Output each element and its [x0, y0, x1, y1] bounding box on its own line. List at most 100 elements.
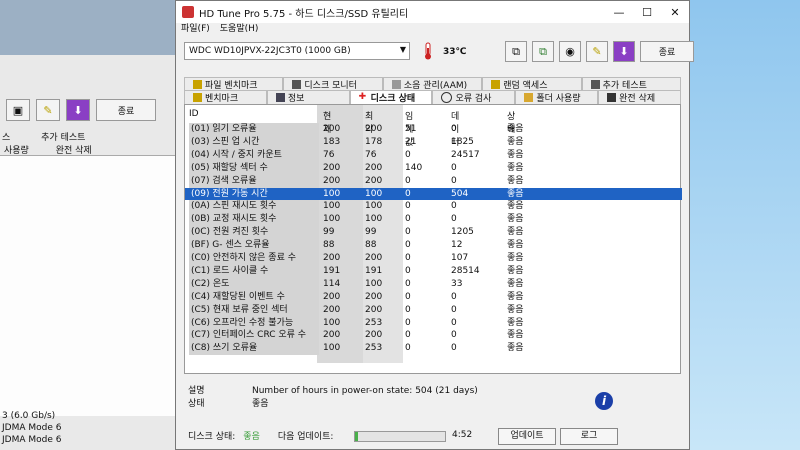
tab-info[interactable]: 정보 — [266, 90, 350, 104]
table-row[interactable]: (C8) 쓰기 오류율 100 253 0 0 좋음 — [185, 342, 682, 356]
tab-random-access[interactable]: 랜덤 액세스 — [482, 77, 582, 91]
smart-table: ID 현재 최악 임계값 데이터 상태 (01) 읽기 오류율 200 200 51 0… — [184, 104, 682, 374]
erase-icon — [607, 93, 617, 102]
update-button[interactable]: 업데이트 — [498, 428, 556, 445]
table-row[interactable]: (07) 검색 오류율 200 200 0 0 좋음 — [185, 174, 682, 188]
maximize-button[interactable]: ☐ — [633, 6, 661, 19]
table-row[interactable]: (C6) 오프라인 수정 불가능 100 253 0 0 좋음 — [185, 316, 682, 330]
table-row[interactable]: (C2) 온도 114 100 0 33 좋음 — [185, 277, 682, 291]
tab-file-benchmark[interactable]: 파일 벤치마크 — [184, 77, 284, 91]
download-icon[interactable]: ⬇ — [613, 41, 635, 62]
attr-worst: 100 — [365, 214, 383, 225]
exit-button[interactable]: 종료 — [640, 41, 694, 62]
table-row[interactable]: (C1) 로드 사이클 수 191 191 0 28514 좋음 — [185, 264, 682, 278]
table-row[interactable]: (01) 읽기 오류율 200 200 51 0 좋음 — [185, 123, 682, 136]
attr-name: (07) 검색 오류율 — [189, 174, 319, 188]
table-row[interactable]: (C5) 현재 보류 중인 섹터 200 200 0 0 좋음 — [185, 303, 682, 317]
attr-worst: 253 — [365, 317, 383, 328]
attr-worst: 99 — [365, 227, 377, 238]
tab-extra-tests[interactable]: 추가 테스트 — [581, 77, 682, 91]
attr-threshold: 0 — [405, 265, 411, 276]
desc-value: Number of hours in power-on state: 504 (… — [252, 386, 478, 396]
table-row[interactable]: (0A) 스핀 재시도 횟수 100 100 0 0 좋음 — [185, 200, 682, 214]
copy-icon[interactable]: ⧉ — [505, 41, 527, 62]
attr-current: 191 — [323, 265, 341, 276]
table-row[interactable]: (03) 스핀 업 시간 183 178 21 1825 좋음 — [185, 135, 682, 149]
table-row[interactable]: (C4) 재할당된 이벤트 수 200 200 0 0 좋음 — [185, 290, 682, 304]
attr-threshold: 0 — [405, 175, 411, 186]
attr-threshold: 140 — [405, 162, 423, 173]
tab-error-scan[interactable]: 오류 검사 — [432, 90, 516, 104]
table-row[interactable]: (C0) 안전하지 않은 종료 수 200 200 0 107 좋음 — [185, 252, 682, 265]
tab-folder-usage[interactable]: 폴더 사용량 — [515, 90, 599, 104]
tab-label: 오류 검사 — [455, 94, 492, 104]
table-row[interactable]: (09) 전원 가동 시간 100 100 0 504 좋음 — [185, 187, 682, 201]
attr-worst: 200 — [365, 124, 383, 134]
hdtune-window: HD Tune Pro 5.75 - 하드 디스크/SSD 유틸리티 — ☐ ✕… — [175, 0, 694, 450]
attr-name: (C4) 재할당된 이벤트 수 — [189, 290, 319, 304]
attr-threshold: 0 — [405, 291, 411, 302]
close-button[interactable]: ✕ — [661, 6, 689, 19]
attr-threshold: 0 — [405, 149, 411, 160]
attr-data: 0 — [451, 175, 457, 186]
attr-threshold: 0 — [405, 330, 411, 341]
tab-disk-monitor[interactable]: 디스크 모니터 — [283, 77, 383, 91]
tab-health[interactable]: ✚ 디스크 상태 — [349, 90, 433, 104]
tab-benchmark[interactable]: 벤치마크 — [184, 90, 267, 104]
drive-select[interactable]: WDC WD10JPVX-22JC3T0 (1000 GB) ▼ — [184, 42, 410, 60]
options-icon[interactable]: ✎ — [586, 41, 608, 62]
minimize-button[interactable]: — — [605, 6, 633, 19]
bg-screenshot-icon[interactable]: ▣ — [6, 99, 30, 121]
attr-worst: 200 — [365, 330, 383, 341]
bg-tab-extra[interactable]: 추가 테스트 — [41, 133, 85, 143]
bg-exit-button[interactable]: 종료 — [96, 99, 156, 121]
col-id[interactable]: ID — [189, 109, 199, 119]
table-row[interactable]: (0B) 교정 재시도 횟수 100 100 0 0 좋음 — [185, 213, 682, 227]
attr-data: 0 — [451, 291, 457, 302]
file-benchmark-icon — [193, 80, 202, 89]
attr-name: (03) 스핀 업 시간 — [189, 135, 319, 149]
desc-label: 설명 — [188, 386, 205, 396]
bg-download-icon[interactable]: ⬇ — [66, 99, 90, 121]
attr-data: 107 — [451, 253, 469, 263]
tab-row-2: 벤치마크 정보 ✚ 디스크 상태 오류 검사 폴더 사용량 완전 삭제 — [184, 90, 681, 104]
attr-status: 좋음 — [507, 149, 524, 160]
table-row[interactable]: (BF) G- 센스 오류율 88 88 0 12 좋음 — [185, 239, 682, 252]
camera-icon[interactable]: ◉ — [559, 41, 581, 62]
window-title: HD Tune Pro 5.75 - 하드 디스크/SSD 유틸리티 — [199, 8, 409, 20]
attr-worst: 253 — [365, 343, 383, 354]
attr-status: 좋음 — [507, 136, 524, 147]
attr-status: 좋음 — [507, 317, 524, 328]
attr-current: 200 — [323, 304, 341, 315]
attr-worst: 100 — [365, 188, 383, 199]
attr-status: 좋음 — [507, 162, 524, 173]
attr-worst: 200 — [365, 304, 383, 315]
table-row[interactable]: (05) 재할당 섹터 수 200 200 140 0 좋음 — [185, 161, 682, 175]
next-update-label: 다음 업데이트: — [277, 432, 334, 442]
tab-aam[interactable]: 소음 관리(AAM) — [382, 77, 483, 91]
attr-worst: 200 — [365, 162, 383, 173]
attr-status: 좋음 — [507, 201, 524, 212]
tab-erase[interactable]: 완전 삭제 — [598, 90, 681, 104]
monitor-icon — [292, 80, 302, 89]
attr-threshold: 0 — [405, 278, 411, 289]
bg-wrench-icon[interactable]: ✎ — [36, 99, 60, 121]
menu-file[interactable]: 파일(F) — [181, 21, 210, 35]
table-row[interactable]: (0C) 전원 켜진 횟수 99 99 0 1205 좋음 — [185, 226, 682, 240]
menu-help[interactable]: 도움말(H) — [220, 21, 259, 35]
attr-status: 좋음 — [507, 304, 524, 315]
attr-threshold: 0 — [405, 253, 411, 263]
attr-data: 0 — [451, 330, 457, 341]
attr-name: (C6) 오프라인 수정 불가능 — [189, 316, 319, 330]
attr-current: 200 — [323, 291, 341, 302]
attr-status: 좋음 — [507, 240, 524, 251]
attr-name: (C8) 쓰기 오류율 — [189, 342, 319, 356]
log-button[interactable]: 로그 — [560, 428, 618, 445]
table-row[interactable]: (04) 시작 / 중지 카운트 76 76 0 24517 좋음 — [185, 148, 682, 162]
copy-info-icon[interactable]: ⧉ — [532, 41, 554, 62]
attr-data: 12 — [451, 240, 463, 251]
table-row[interactable]: (C7) 인터페이스 CRC 오류 수 200 200 0 0 좋음 — [185, 329, 682, 343]
attr-data: 33 — [451, 278, 463, 289]
attr-data: 0 — [451, 162, 457, 173]
attr-status: 좋음 — [507, 278, 524, 289]
